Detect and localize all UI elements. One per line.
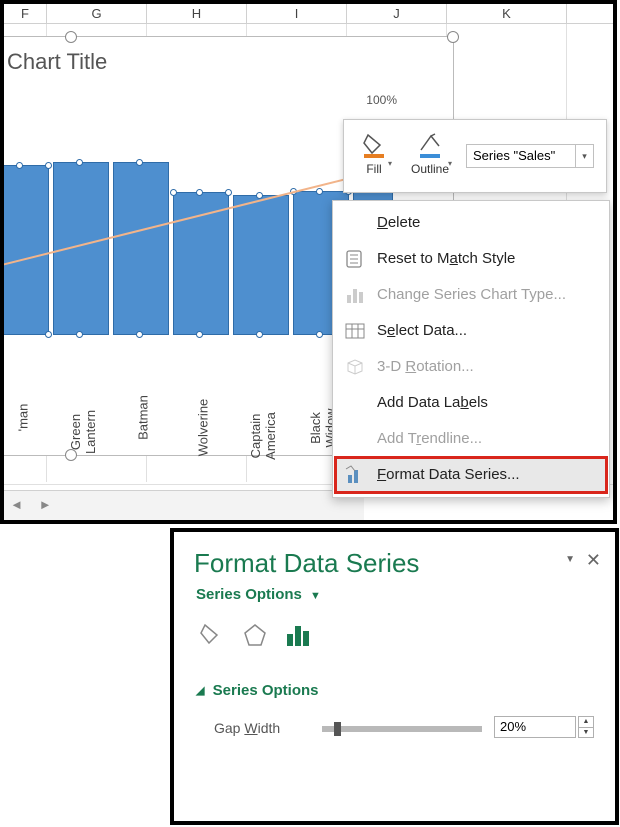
gap-width-label: Gap Width — [214, 720, 280, 736]
cat-4: Captain America — [248, 406, 278, 466]
menu-add-trendline[interactable]: Add Trendline... — [335, 421, 607, 457]
fill-line-tab-icon[interactable] — [196, 620, 226, 650]
outline-label: Outline — [406, 162, 454, 176]
menu-reset[interactable]: Reset to Match Style — [335, 241, 607, 277]
gap-width-row: Gap Width 20% ▲ ▼ — [214, 716, 594, 744]
col-I[interactable]: I — [247, 4, 347, 23]
axis-tick-100: 100% — [366, 93, 397, 107]
col-H[interactable]: H — [147, 4, 247, 23]
fill-icon — [350, 124, 398, 158]
spinner-down-icon[interactable]: ▼ — [579, 728, 593, 738]
menu-add-data-labels[interactable]: Add Data Labels — [335, 385, 607, 421]
col-F[interactable]: F — [4, 4, 47, 23]
blank-icon — [343, 391, 367, 415]
outline-button[interactable]: Outline ▾ — [406, 124, 454, 186]
menu-3d-rotation: 3-D Rotation... — [335, 349, 607, 385]
chart-type-icon — [343, 283, 367, 307]
spinner-up-icon[interactable]: ▲ — [579, 717, 593, 728]
pane-subtitle[interactable]: Series Options ▼ — [196, 586, 321, 603]
section-series-options[interactable]: ◢ Series Options — [196, 682, 319, 699]
pane-title: Format Data Series — [194, 548, 419, 579]
col-K[interactable]: K — [447, 4, 567, 23]
blank-icon — [343, 427, 367, 451]
series-selector-label: Series "Sales" — [473, 148, 555, 163]
chart-title[interactable]: Chart Title — [7, 49, 107, 75]
section-series-options-label: Series Options — [213, 682, 319, 699]
bar-0[interactable] — [0, 165, 49, 335]
fill-button[interactable]: Fill ▾ — [350, 124, 398, 186]
menu-format-data-series[interactable]: Format Data Series... — [335, 457, 607, 493]
bar-2[interactable] — [113, 162, 169, 335]
pane-options-dropdown-icon[interactable]: ▼ — [565, 554, 575, 565]
chevron-down-icon: ▼ — [310, 590, 321, 602]
col-J[interactable]: J — [347, 4, 447, 23]
effects-tab-icon[interactable] — [240, 620, 270, 650]
column-headers: F G H I J K — [4, 4, 613, 24]
close-icon[interactable]: ✕ — [586, 550, 601, 571]
sheet-nav-next[interactable]: ► — [33, 491, 58, 519]
cat-2: Batman — [136, 388, 151, 448]
series-selector[interactable]: Series "Sales" ▾ — [466, 144, 594, 168]
reset-icon — [343, 247, 367, 271]
chevron-down-icon: ▾ — [575, 145, 593, 167]
col-G[interactable]: G — [47, 4, 147, 23]
cat-0: 'man — [16, 388, 31, 448]
outline-icon — [406, 124, 454, 158]
cube-icon — [343, 355, 367, 379]
gap-width-input[interactable]: 20% — [494, 716, 576, 738]
sheet-nav-prev[interactable]: ◄ — [4, 491, 29, 519]
mini-toolbar: Fill ▾ Outline ▾ Series "Sales" ▾ — [343, 119, 607, 193]
menu-select-data[interactable]: Select Data... — [335, 313, 607, 349]
chart-and-menu-screenshot: F G H I J K Chart Title — [0, 0, 617, 524]
context-menu: Delete Reset to Match Style Change Serie… — [332, 200, 610, 498]
gap-width-slider[interactable] — [322, 726, 482, 732]
bar-4[interactable] — [233, 195, 289, 335]
format-data-series-pane: Format Data Series ▼ ✕ Series Options ▼ … — [170, 528, 619, 825]
cat-1: Green Lantern — [68, 402, 98, 462]
menu-change-chart-type-label: Change Series Chart Type... — [377, 286, 566, 303]
chart-resize-handle[interactable] — [447, 31, 459, 43]
sheet-nav: ◄ ► — [4, 490, 364, 520]
series-options-tab-icon[interactable] — [284, 620, 314, 650]
select-data-icon — [343, 319, 367, 343]
format-series-icon — [343, 463, 367, 487]
menu-change-chart-type[interactable]: Change Series Chart Type... — [335, 277, 607, 313]
chart-resize-handle[interactable] — [65, 31, 77, 43]
gap-width-spinner[interactable]: ▲ ▼ — [578, 716, 594, 738]
blank-icon — [343, 211, 367, 235]
collapse-triangle-icon: ◢ — [196, 684, 204, 697]
pane-subtitle-label: Series Options — [196, 586, 302, 603]
menu-delete[interactable]: Delete — [335, 205, 607, 241]
pane-tab-icons — [196, 620, 314, 650]
slider-thumb[interactable] — [334, 722, 341, 736]
cat-3: Wolverine — [196, 398, 211, 458]
